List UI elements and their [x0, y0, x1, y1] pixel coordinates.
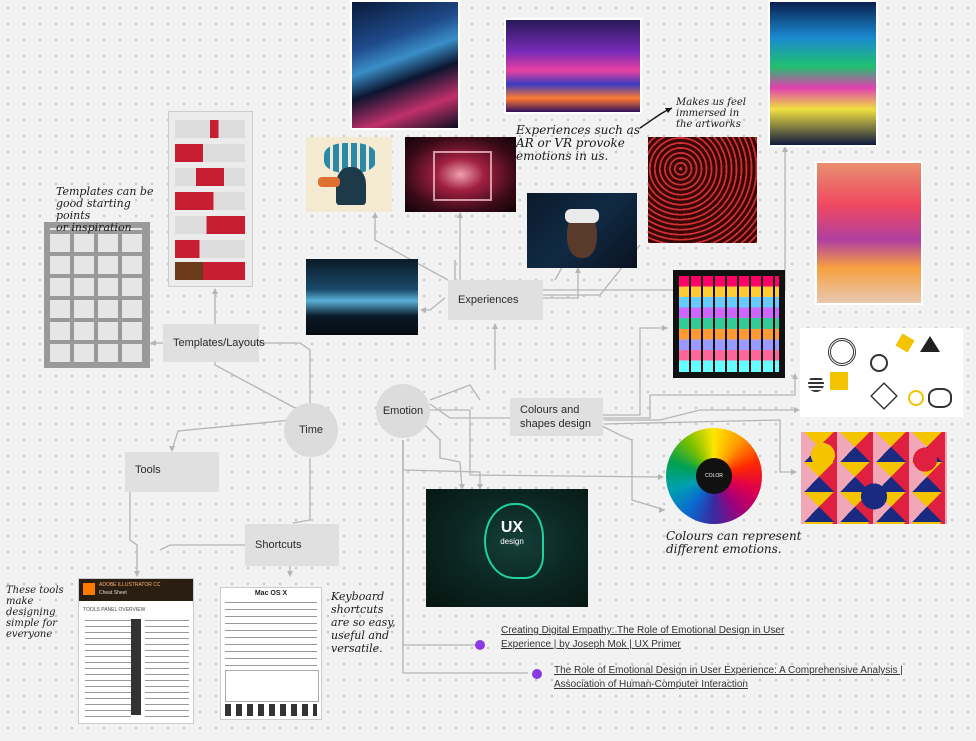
link2-line1: The Role of Emotional Design in User Exp…	[554, 665, 903, 676]
vr-art-illustration[interactable]	[306, 137, 392, 212]
link-dot-1	[475, 640, 485, 650]
ux-poster-subtitle: design	[500, 537, 524, 546]
geometric-shapes-illustration[interactable]	[800, 328, 963, 417]
emotion-label: Emotion	[382, 405, 424, 417]
grid-layouts-image[interactable]	[44, 222, 150, 368]
colours-label-line2: shapes design	[520, 418, 591, 430]
tools-node[interactable]: Tools	[125, 452, 219, 492]
geometric-pattern-image[interactable]	[801, 432, 947, 524]
magazine-templates-image[interactable]	[168, 111, 253, 287]
ux-design-poster[interactable]: UX design	[426, 489, 588, 607]
wheel-center-label: COLOR	[705, 473, 723, 479]
colours-label-line1: Colours and	[520, 404, 580, 416]
link-emotional-design-ux-primer[interactable]: Creating Digital Empathy: The Role of Em…	[501, 624, 801, 652]
link2-line2: Association of Human-Computer Interactio…	[554, 679, 748, 690]
mac-shortcuts-sheet[interactable]: Mac OS X	[220, 587, 322, 720]
color-palette-swatches[interactable]	[673, 270, 785, 378]
time-node[interactable]: Time	[284, 403, 338, 457]
tools-note: These tools make designing simple for ev…	[6, 585, 64, 640]
templates-label: Templates/Layouts	[173, 337, 265, 349]
shortcuts-label: Shortcuts	[255, 539, 302, 551]
link1-line2: Experience | by Joseph Mok | UX Primer	[501, 639, 681, 650]
link-dot-2	[532, 669, 542, 679]
illustrator-title: ADOBE ILLUSTRATOR CC	[99, 582, 161, 588]
immersive-art-photo-1[interactable]	[350, 0, 460, 130]
colours-note: Colours can represent different emotions…	[666, 529, 802, 556]
time-label: Time	[298, 424, 324, 436]
vr-headset-photo[interactable]	[527, 193, 637, 268]
illustrator-section-title: TOOLS PANEL OVERVIEW	[83, 607, 146, 613]
illustrator-subtitle: Cheat Sheet	[99, 590, 127, 596]
templates-note: Templates can be good starting points or…	[56, 185, 154, 234]
color-emotion-wheel[interactable]: COLOR	[666, 428, 762, 524]
lightning-projection-photo[interactable]	[306, 259, 418, 335]
keyboard-note: Keyboard shortcuts are so easy, useful a…	[331, 590, 396, 655]
mac-sheet-title: Mac OS X	[254, 590, 288, 597]
ux-poster-title: UX	[500, 519, 524, 536]
link1-line1: Creating Digital Empathy: The Role of Em…	[501, 625, 785, 636]
red-dots-room-photo[interactable]	[648, 137, 757, 243]
immersive-art-photo-2[interactable]	[504, 18, 642, 114]
tools-label: Tools	[135, 464, 161, 476]
templates-layouts-node[interactable]: Templates/Layouts	[163, 324, 265, 362]
link-emotional-design-analysis[interactable]: The Role of Emotional Design in User Exp…	[554, 664, 914, 692]
colours-shapes-node[interactable]: Colours and shapes design	[510, 398, 603, 436]
colorful-threads-photo[interactable]	[815, 161, 923, 305]
shortcuts-node[interactable]: Shortcuts	[245, 524, 339, 566]
red-light-room-photo[interactable]	[405, 137, 516, 212]
emotion-node[interactable]: Emotion	[376, 384, 430, 438]
illustrator-cheat-sheet[interactable]: ADOBE ILLUSTRATOR CC Cheat Sheet TOOLS P…	[78, 578, 194, 724]
experiences-label: Experiences	[458, 294, 519, 306]
immersed-note: Makes us feel immersed in the artworks	[676, 97, 746, 130]
experiences-note: Experiences such as AR or VR provoke emo…	[516, 123, 640, 163]
experiences-node[interactable]: Experiences	[448, 280, 543, 320]
immersive-art-photo-3[interactable]	[768, 0, 878, 147]
